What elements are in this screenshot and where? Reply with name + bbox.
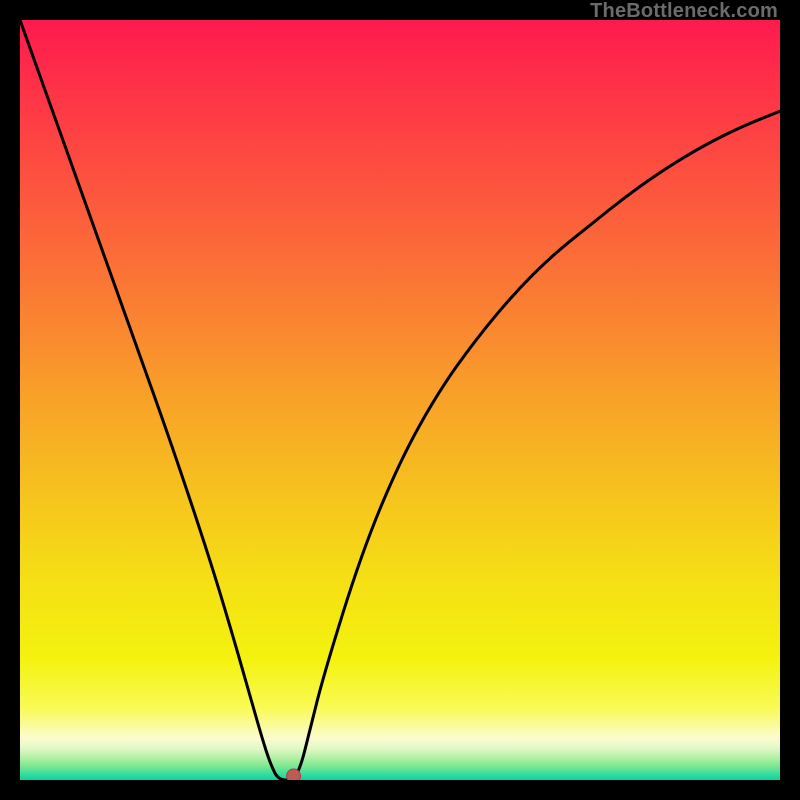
watermark-text: TheBottleneck.com (590, 0, 778, 23)
plot-area (20, 20, 780, 780)
gradient-background (20, 20, 780, 780)
chart-frame: TheBottleneck.com (0, 0, 800, 800)
